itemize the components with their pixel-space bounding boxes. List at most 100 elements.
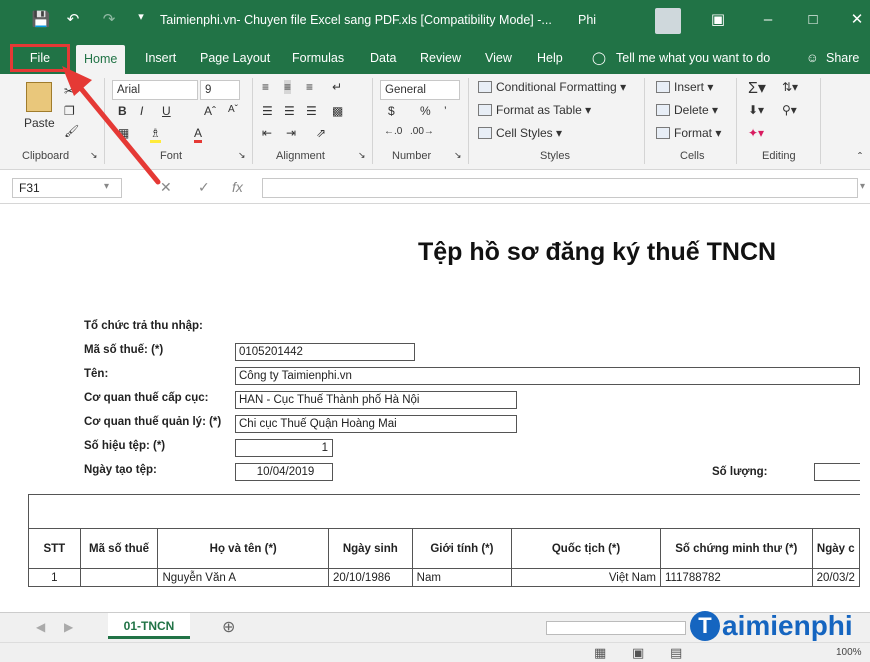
align-bottom-icon[interactable]: ≡ xyxy=(306,80,313,94)
horizontal-scrollbar[interactable] xyxy=(546,621,686,635)
number-launcher-icon[interactable]: ↘ xyxy=(454,150,462,161)
zoom-level[interactable]: 100% xyxy=(836,647,862,658)
align-left-icon[interactable]: ☰ xyxy=(262,104,273,118)
file-no-field[interactable]: 1 xyxy=(235,439,333,457)
format-cells-button[interactable]: Format ▾ xyxy=(656,126,721,140)
increase-indent-icon[interactable]: ⇥ xyxy=(286,126,296,140)
created-date-field[interactable]: 10/04/2019 xyxy=(235,463,333,481)
agency-level-field[interactable]: HAN - Cục Thuế Thành phố Hà Nội xyxy=(235,391,517,409)
tab-insert[interactable]: Insert xyxy=(145,48,176,68)
cell-tax-code[interactable] xyxy=(79,568,159,587)
cut-icon[interactable]: ✂ xyxy=(64,84,74,98)
increase-font-icon[interactable]: Aˆ xyxy=(204,104,216,118)
enter-icon[interactable]: ✓ xyxy=(198,179,210,196)
bold-button[interactable]: B xyxy=(118,104,127,118)
normal-view-icon[interactable]: ▦ xyxy=(594,645,606,661)
sort-filter-icon[interactable]: ⇅▾ xyxy=(782,80,798,94)
align-right-icon[interactable]: ☰ xyxy=(306,104,317,118)
close-icon[interactable]: ✕ xyxy=(844,9,870,31)
table-row[interactable]: 1 Nguyễn Văn A 20/10/1986 Nam Việt Nam 1… xyxy=(28,568,860,587)
collapse-ribbon-icon[interactable]: ˆ xyxy=(858,150,862,164)
undo-icon[interactable]: ↶ xyxy=(62,10,84,28)
align-middle-icon[interactable]: ≡ xyxy=(284,80,292,94)
insert-function-button[interactable]: fx xyxy=(232,179,243,195)
tab-view[interactable]: View xyxy=(485,48,512,68)
paste-button[interactable]: Paste xyxy=(24,116,55,130)
sheet-tab-01-tncn[interactable]: 01-TNCN xyxy=(108,613,190,639)
paste-icon[interactable] xyxy=(26,82,52,112)
autosum-icon[interactable]: Σ▾ xyxy=(748,78,766,98)
decrease-font-icon[interactable]: Aˇ xyxy=(228,104,238,115)
font-name-select[interactable]: Arial xyxy=(112,80,198,100)
italic-button[interactable]: I xyxy=(140,104,143,118)
font-launcher-icon[interactable]: ↘ xyxy=(238,150,246,161)
share-button[interactable]: Share xyxy=(826,48,859,68)
insert-cells-button[interactable]: Insert ▾ xyxy=(656,80,713,94)
minimize-icon[interactable]: – xyxy=(755,9,781,31)
tab-help[interactable]: Help xyxy=(537,48,563,68)
conditional-formatting-button[interactable]: Conditional Formatting ▾ xyxy=(478,80,626,94)
font-color-icon[interactable]: A xyxy=(194,126,203,143)
redo-icon[interactable]: ↷ xyxy=(98,10,120,28)
tab-formulas[interactable]: Formulas xyxy=(292,48,344,68)
decrease-indent-icon[interactable]: ⇤ xyxy=(262,126,272,140)
name-box-dropdown-icon[interactable]: ▾ xyxy=(104,181,109,192)
align-top-icon[interactable]: ≡ xyxy=(262,80,269,94)
cancel-icon[interactable]: ✕ xyxy=(160,179,172,196)
orientation-icon[interactable]: ⇗ xyxy=(316,126,326,140)
alignment-launcher-icon[interactable]: ↘ xyxy=(358,150,366,161)
format-painter-icon[interactable]: 🖌 xyxy=(64,124,79,138)
add-sheet-icon[interactable]: ⊕ xyxy=(222,617,235,637)
format-as-table-button[interactable]: Format as Table ▾ xyxy=(478,103,591,117)
tab-review[interactable]: Review xyxy=(420,48,461,68)
comma-icon[interactable]: ’ xyxy=(444,104,447,118)
copy-icon[interactable]: ❐ xyxy=(64,104,75,118)
cell-full-name[interactable]: Nguyễn Văn A xyxy=(157,568,329,587)
wrap-text-icon[interactable]: ↵ xyxy=(332,80,342,94)
tell-me-input[interactable]: Tell me what you want to do xyxy=(616,48,770,68)
increase-decimal-icon[interactable]: ←.0 xyxy=(384,126,402,137)
fill-icon[interactable]: ⬇▾ xyxy=(748,103,764,117)
cell-gender[interactable]: Nam xyxy=(411,568,513,587)
page-layout-view-icon[interactable]: ▣ xyxy=(632,645,644,661)
scroll-left-icon[interactable]: ◀ xyxy=(36,620,45,634)
expand-formula-icon[interactable]: ▾ xyxy=(860,181,865,192)
borders-icon[interactable]: ▦ xyxy=(118,126,129,140)
page-break-view-icon[interactable]: ▤ xyxy=(670,645,682,661)
save-icon[interactable]: 💾 xyxy=(30,10,52,28)
find-select-icon[interactable]: ⚲▾ xyxy=(782,103,797,117)
decrease-decimal-icon[interactable]: .00→ xyxy=(410,126,434,137)
ribbon-display-icon[interactable]: ▣ xyxy=(705,9,731,31)
cell-nationality[interactable]: Việt Nam xyxy=(511,568,661,587)
formula-input[interactable] xyxy=(262,178,858,198)
avatar[interactable] xyxy=(655,8,681,34)
quantity-field[interactable] xyxy=(814,463,860,481)
clear-icon[interactable]: ✦▾ xyxy=(748,126,764,140)
tab-page-layout[interactable]: Page Layout xyxy=(200,48,270,68)
name-field[interactable]: Công ty Taimienphi.vn xyxy=(235,367,860,385)
customize-toolbar-icon[interactable]: ▾ xyxy=(130,10,152,23)
number-format-select[interactable]: General xyxy=(380,80,460,100)
cell-dob[interactable]: 20/10/1986 xyxy=(327,568,413,587)
tax-code-field[interactable]: 0105201442 xyxy=(235,343,415,361)
tab-home[interactable]: Home xyxy=(76,45,126,74)
tab-data[interactable]: Data xyxy=(370,48,396,68)
share-icon[interactable]: ☺ xyxy=(806,48,819,68)
tab-file[interactable]: File xyxy=(10,44,70,72)
clipboard-launcher-icon[interactable]: ↘ xyxy=(90,150,98,161)
currency-button[interactable]: $ xyxy=(388,104,395,118)
merge-icon[interactable]: ▩ xyxy=(332,104,343,118)
agency-mgmt-field[interactable]: Chi cục Thuế Quận Hoàng Mai xyxy=(235,415,517,433)
cell-styles-button[interactable]: Cell Styles ▾ xyxy=(478,126,562,140)
cell-id-number[interactable]: 111788782 xyxy=(659,568,813,587)
cell-date[interactable]: 20/03/2 xyxy=(811,568,860,587)
align-center-icon[interactable]: ☰ xyxy=(284,104,295,118)
cell-stt[interactable]: 1 xyxy=(28,568,81,587)
maximize-icon[interactable]: □ xyxy=(800,9,826,31)
font-size-select[interactable]: 9 xyxy=(200,80,240,100)
scroll-right-icon[interactable]: ▶ xyxy=(64,620,73,634)
fill-color-icon[interactable]: ♗ xyxy=(150,126,161,143)
underline-button[interactable]: U xyxy=(162,104,171,118)
percent-button[interactable]: % xyxy=(420,104,431,118)
delete-cells-button[interactable]: Delete ▾ xyxy=(656,103,718,117)
